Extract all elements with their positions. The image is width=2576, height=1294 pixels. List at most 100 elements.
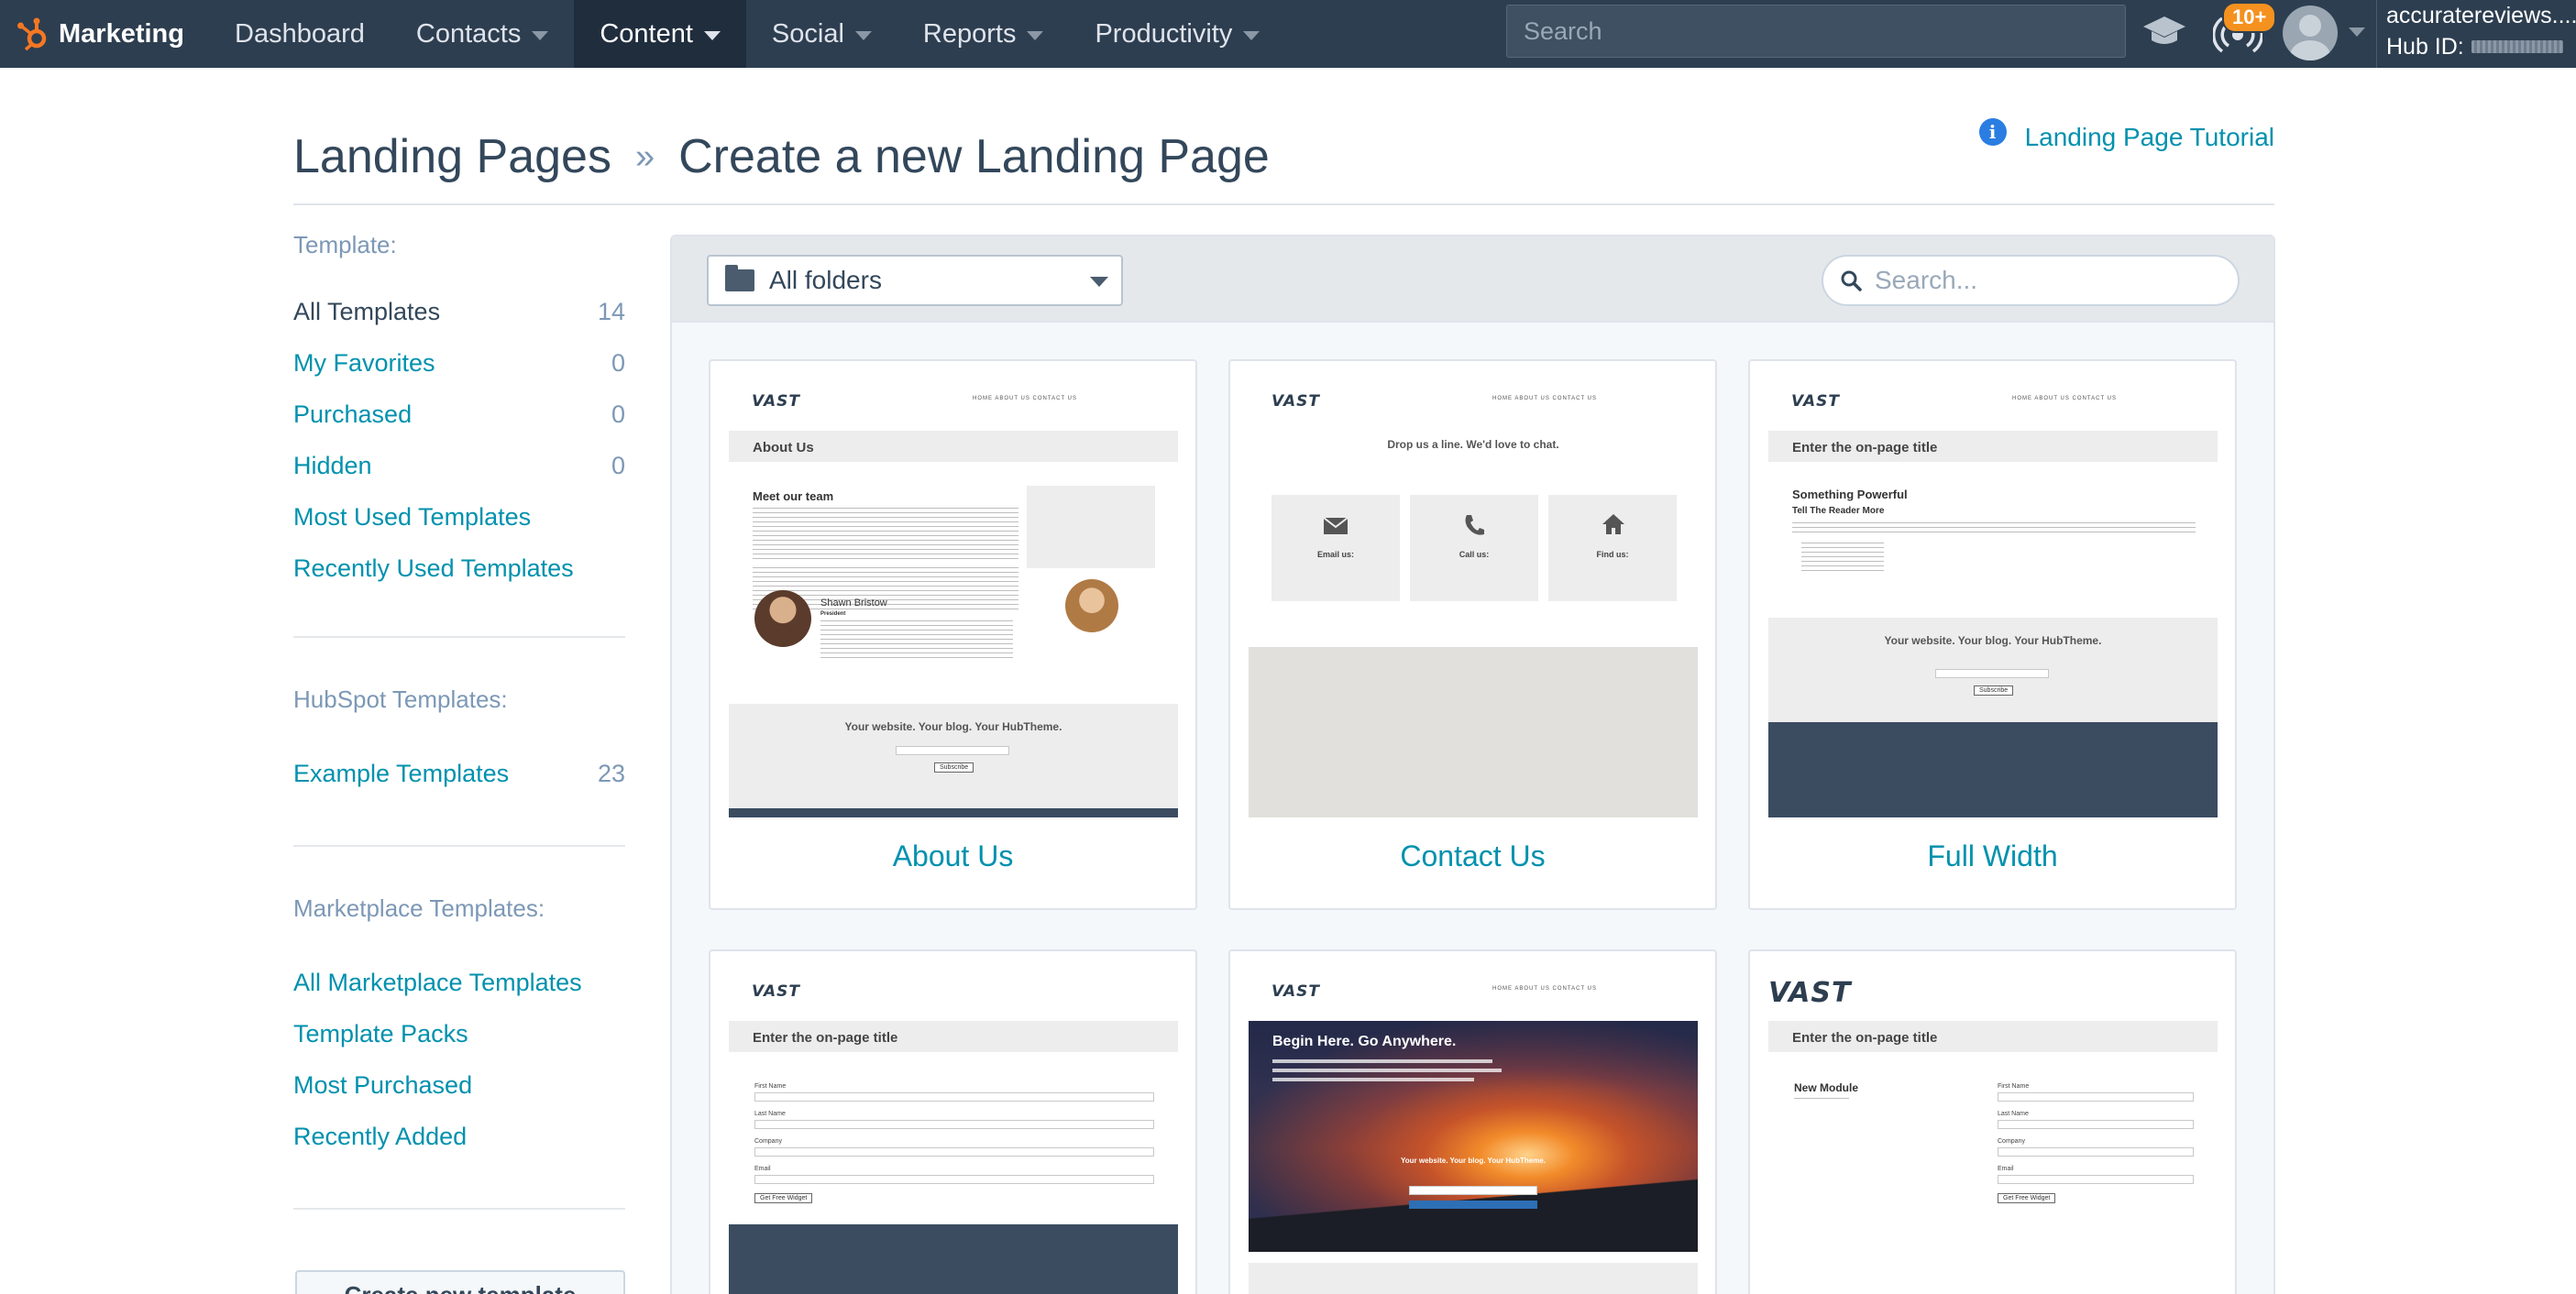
breadcrumb-landing-pages[interactable]: Landing Pages bbox=[293, 129, 611, 184]
thumb-input bbox=[1998, 1092, 2194, 1102]
thumb-hero-image: Begin Here. Go Anywhere. Your website. Y… bbox=[1249, 1021, 1698, 1252]
template-title[interactable]: About Us bbox=[710, 839, 1195, 873]
thumb-nav: HOME ABOUT US CONTACT US bbox=[1492, 986, 1597, 992]
thumb-text bbox=[1272, 1059, 1492, 1063]
thumb-band-title: Enter the on-page title bbox=[1792, 440, 1938, 455]
sidebar-item-hidden[interactable]: Hidden 0 bbox=[293, 440, 625, 491]
nav-content[interactable]: Content bbox=[574, 0, 746, 68]
template-search-input[interactable]: Search... bbox=[1822, 255, 2240, 306]
sprocket-icon bbox=[17, 17, 47, 51]
template-card-contact-us[interactable]: VAST HOME ABOUT US CONTACT US Drop us a … bbox=[1228, 359, 1717, 910]
breadcrumb-separator: » bbox=[634, 137, 655, 176]
thumb-text bbox=[1801, 543, 1884, 574]
thumb-cta: Your website. Your blog. Your HubTheme. bbox=[1401, 1157, 1546, 1165]
thumb-input bbox=[1409, 1186, 1537, 1195]
nav-contacts-label: Contacts bbox=[415, 18, 522, 49]
thumb-logo: VAST bbox=[752, 982, 800, 1001]
thumb-logo: VAST bbox=[1791, 392, 1840, 411]
sidebar-item-most-purchased[interactable]: Most Purchased bbox=[293, 1059, 625, 1111]
home-icon bbox=[1602, 514, 1624, 534]
thumb-button bbox=[1409, 1201, 1537, 1209]
nav-productivity[interactable]: Productivity bbox=[1069, 0, 1285, 68]
thumb-title-band: Enter the on-page title bbox=[1768, 1021, 2218, 1052]
sidebar-item-most-used[interactable]: Most Used Templates bbox=[293, 491, 625, 543]
thumb-logo: VAST bbox=[1271, 392, 1320, 411]
create-template-button[interactable]: Create new template bbox=[295, 1270, 625, 1294]
sidebar-item-label: My Favorites bbox=[293, 348, 435, 377]
tutorial-link-label: Landing Page Tutorial bbox=[2024, 123, 2274, 151]
global-search-input[interactable]: Search bbox=[1506, 5, 2126, 58]
thumb-field-label: Email bbox=[754, 1166, 771, 1172]
chevron-down-icon[interactable] bbox=[2349, 27, 2365, 37]
thumb-hero-title: Begin Here. Go Anywhere. bbox=[1272, 1034, 1457, 1049]
sidebar-item-all-templates[interactable]: All Templates 14 bbox=[293, 286, 625, 337]
template-card-about-us[interactable]: VAST HOME ABOUT US CONTACT US About Us M… bbox=[709, 359, 1197, 910]
thumb-contact-label: Email us: bbox=[1316, 550, 1354, 559]
sidebar-item-recently-used[interactable]: Recently Used Templates bbox=[293, 543, 625, 594]
nav-social[interactable]: Social bbox=[746, 0, 897, 68]
sidebar-item-label: Recently Added bbox=[293, 1122, 468, 1150]
thumb-band-title: About Us bbox=[753, 440, 814, 455]
thumb-field-label: Company bbox=[754, 1138, 782, 1145]
template-thumbnail: VAST Enter the on-page title New Module … bbox=[1768, 970, 2218, 1294]
template-title[interactable]: Contact Us bbox=[1230, 839, 1715, 873]
thumb-title-band: Enter the on-page title bbox=[729, 1021, 1178, 1052]
nav-contacts[interactable]: Contacts bbox=[391, 0, 574, 68]
sidebar-divider bbox=[293, 1208, 625, 1210]
nav-reports[interactable]: Reports bbox=[897, 0, 1070, 68]
avatar[interactable] bbox=[2283, 5, 2338, 60]
thumb-button: Subscribe bbox=[934, 762, 974, 773]
sidebar-item-purchased[interactable]: Purchased 0 bbox=[293, 389, 625, 440]
sidebar-item-example-templates[interactable]: Example Templates 23 bbox=[293, 748, 625, 799]
sidebar-item-all-marketplace[interactable]: All Marketplace Templates bbox=[293, 957, 625, 1008]
thumb-contact-box bbox=[1548, 495, 1677, 601]
nav-dashboard[interactable]: Dashboard bbox=[209, 0, 391, 68]
thumb-title-band: Enter the on-page title bbox=[1768, 431, 2218, 462]
thumb-hero-rocks bbox=[1249, 1169, 1698, 1252]
template-card-full-width[interactable]: VAST HOME ABOUT US CONTACT US Enter the … bbox=[1748, 359, 2237, 910]
template-title[interactable]: Full Width bbox=[1750, 839, 2235, 873]
template-thumbnail: VAST HOME ABOUT US CONTACT US Drop us a … bbox=[1249, 379, 1698, 817]
academy-cap-icon[interactable] bbox=[2141, 13, 2187, 49]
notification-badge[interactable]: 10+ bbox=[2222, 2, 2277, 33]
chevron-down-icon bbox=[1090, 277, 1108, 287]
header-divider bbox=[293, 203, 2274, 205]
template-card-form[interactable]: VAST Enter the on-page title First Name … bbox=[709, 949, 1197, 1294]
thumb-band-title: Enter the on-page title bbox=[1792, 1030, 1938, 1046]
sidebar-item-template-packs[interactable]: Template Packs bbox=[293, 1008, 625, 1059]
thumb-footer bbox=[1768, 722, 2218, 817]
template-card-hero[interactable]: VAST HOME ABOUT US CONTACT US Begin Here… bbox=[1228, 949, 1717, 1294]
folder-select[interactable]: All folders bbox=[707, 255, 1123, 306]
sidebar-item-label: Example Templates bbox=[293, 759, 510, 787]
top-navigation: Marketing Dashboard Contacts Content Soc… bbox=[0, 0, 2576, 68]
thumb-text bbox=[1792, 522, 2196, 535]
sidebar-item-recently-added[interactable]: Recently Added bbox=[293, 1111, 625, 1162]
chevron-down-icon bbox=[1027, 31, 1044, 40]
thumb-contact-label: Call us: bbox=[1459, 550, 1490, 559]
thumb-button: Get Free Widget bbox=[1998, 1193, 2056, 1203]
chevron-down-icon bbox=[1243, 31, 1260, 40]
thumb-contact-box bbox=[1410, 495, 1538, 601]
template-thumbnail: VAST HOME ABOUT US CONTACT US Enter the … bbox=[1768, 379, 2218, 817]
template-heading: Template: bbox=[293, 231, 397, 258]
thumb-nav: HOME ABOUT US CONTACT US bbox=[972, 396, 1077, 401]
thumb-input bbox=[1998, 1175, 2194, 1184]
thumb-logo: VAST bbox=[1768, 977, 1852, 1009]
sidebar-item-label: Most Used Templates bbox=[293, 502, 532, 531]
thumb-logo: VAST bbox=[752, 392, 800, 411]
search-icon bbox=[1841, 270, 1862, 291]
tutorial-link[interactable]: i Landing Page Tutorial bbox=[1978, 118, 2274, 152]
template-card-module[interactable]: VAST Enter the on-page title New Module … bbox=[1748, 949, 2237, 1294]
thumb-bottom-band bbox=[1249, 1263, 1698, 1294]
chevron-down-icon bbox=[532, 31, 549, 40]
sidebar-item-label: Template Packs bbox=[293, 1019, 468, 1047]
thumb-input bbox=[896, 746, 1009, 755]
template-thumbnail: VAST Enter the on-page title First Name … bbox=[729, 970, 1178, 1294]
thumb-text bbox=[1794, 1098, 1849, 1102]
sidebar-item-my-favorites[interactable]: My Favorites 0 bbox=[293, 337, 625, 389]
thumb-name: Shawn Bristow bbox=[820, 598, 887, 609]
nav-social-label: Social bbox=[771, 18, 844, 49]
hubspot-logo[interactable]: Marketing bbox=[0, 0, 209, 68]
sidebar-item-count: 0 bbox=[611, 451, 625, 479]
account-menu[interactable]: accuratereviews.... Hub ID: bbox=[2376, 0, 2576, 68]
